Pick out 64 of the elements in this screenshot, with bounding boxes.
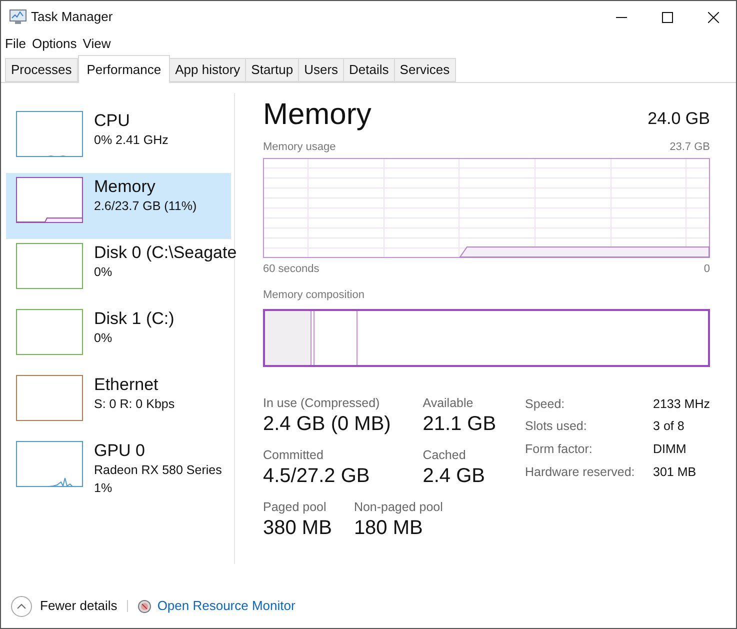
resource-monitor-icon: [138, 600, 152, 612]
stat-label: Committed: [263, 446, 324, 462]
spec-label: Hardware reserved:: [525, 464, 636, 481]
tab[interactable]: Performance: [78, 55, 170, 83]
collapse-icon: [11, 596, 32, 616]
stat-label: Available: [422, 394, 474, 410]
device-name: Disk 0 (C:\Seagate: [94, 243, 237, 263]
stat-label: Non-paged pool: [354, 498, 443, 514]
spec-value: 3 of 8: [653, 418, 686, 436]
sidebar-item[interactable]: Disk 1 (C:) 0%: [6, 305, 231, 371]
stat-label: In use (Compressed): [263, 394, 381, 410]
tab[interactable]: Services: [394, 58, 456, 82]
spec-value: 2133 MHz: [653, 396, 710, 412]
time-axis-end: 0: [704, 262, 710, 276]
spec-label: Speed:: [525, 396, 566, 413]
stat-value: 21.1 GB: [422, 412, 498, 436]
tab[interactable]: Users: [299, 58, 344, 82]
time-axis-label: 60 seconds: [263, 262, 320, 276]
spec-label: Form factor:: [525, 441, 594, 458]
fewer-details-button[interactable]: Fewer details: [11, 596, 118, 616]
window-title: Task Manager: [31, 8, 113, 26]
sidebar-item[interactable]: GPU 0 Radeon RX 580 Series 1%: [6, 437, 231, 503]
device-detail: 0% 2.41 GHz: [94, 132, 168, 149]
stat-value: 2.4 GB (0 MB): [263, 412, 392, 436]
sidebar-item[interactable]: Ethernet S: 0 R: 0 Kbps: [6, 371, 231, 437]
device-name: CPU: [94, 111, 131, 131]
device-detail: S: 0 R: 0 Kbps: [94, 396, 175, 413]
stat-label: Paged pool: [263, 498, 328, 514]
device-name: GPU 0: [94, 441, 146, 461]
app-icon: [9, 9, 27, 25]
tab[interactable]: Processes: [5, 58, 78, 82]
device-name: Disk 1 (C:): [94, 309, 174, 329]
device-name: Memory: [94, 177, 156, 197]
sidebar-item[interactable]: Memory 2.6/23.7 GB (11%): [6, 173, 231, 239]
panel-title: Memory: [263, 97, 372, 133]
total-memory: 24.0 GB: [648, 108, 710, 130]
spec-value: DIMM: [653, 441, 688, 458]
device-detail: 0%: [94, 264, 114, 281]
stat-value: 4.5/27.2 GB: [263, 464, 371, 488]
spec-label: Slots used:: [525, 418, 588, 436]
device-detail: 0%: [94, 330, 114, 347]
tab[interactable]: Details: [344, 58, 395, 82]
menu-item[interactable]: Options: [32, 34, 77, 54]
device-detail: 2.6/23.7 GB (11%): [94, 198, 197, 215]
device-name: Ethernet: [94, 375, 160, 395]
stat-value: 380 MB: [263, 516, 332, 540]
stat-value: 180 MB: [354, 516, 424, 540]
graph-label: Memory usage: [263, 140, 336, 155]
resource-monitor-link[interactable]: Open Resource Monitor: [157, 596, 296, 616]
menu-item[interactable]: File: [5, 34, 26, 54]
graph-max-label: 23.7 GB: [670, 140, 710, 155]
maximize-icon: [662, 12, 672, 22]
menu-item[interactable]: View: [82, 34, 111, 54]
composition-label: Memory composition: [263, 288, 366, 303]
device-detail: 1%: [94, 480, 114, 497]
spec-value: 301 MB: [653, 464, 698, 481]
close-icon: [708, 12, 718, 22]
stat-value: 2.4 GB: [422, 464, 486, 488]
sidebar-item[interactable]: CPU 0% 2.41 GHz: [6, 107, 231, 173]
stat-label: Cached: [422, 446, 467, 462]
tab[interactable]: Startup: [246, 58, 300, 82]
tab[interactable]: App history: [170, 58, 246, 82]
device-detail: Radeon RX 580 Series: [94, 462, 222, 479]
minimize-icon: [616, 16, 626, 18]
